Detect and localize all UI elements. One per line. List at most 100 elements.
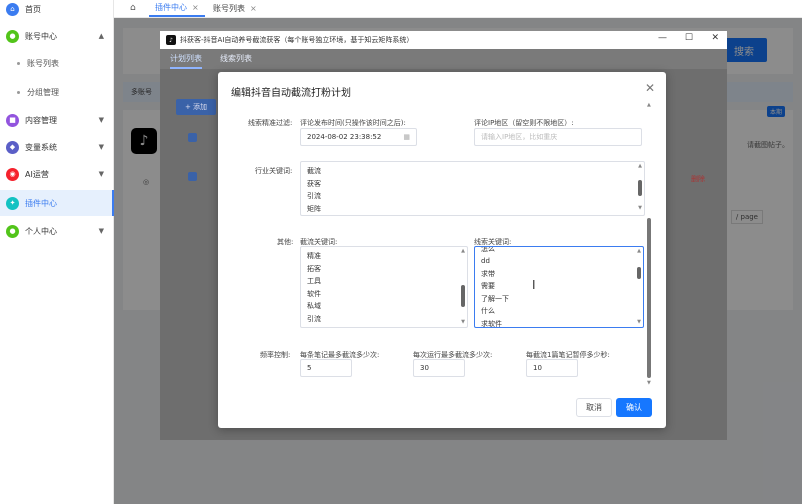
keyword-line: 软件 [307, 289, 321, 298]
tab-bar: ⌂ 插件中心 × 账号列表 × [114, 0, 802, 18]
chevron-down-icon: ▼ [98, 227, 104, 235]
industry-keywords-label: 行业关键词: [255, 167, 293, 175]
scrollbar-thumb[interactable] [637, 267, 641, 279]
chevron-down-icon: ▼ [98, 170, 104, 178]
frequency-label: 频率控制: [260, 351, 291, 359]
content-icon: ■ [6, 113, 19, 127]
add-plan-button[interactable]: + 添加 [176, 99, 216, 115]
chevron-up-icon: ▲ [98, 32, 104, 40]
chevron-down-icon: ▼ [98, 116, 104, 124]
precise-filter-label: 线索精准过滤: [248, 119, 293, 127]
chevron-down-icon: ▼ [98, 143, 104, 151]
keyword-line: 引流 [307, 192, 321, 200]
scroll-up-icon[interactable]: ▲ [461, 248, 465, 254]
sidebar-item-personal-center[interactable]: ● 个人中心 ▼ [0, 218, 114, 244]
freq-per-note-input[interactable]: 5 [300, 359, 352, 377]
sidebar-item-variable-system[interactable]: ◆ 变量系统 ▼ [0, 134, 114, 160]
scrollbar-thumb[interactable] [461, 285, 465, 307]
close-icon[interactable]: ✕ [711, 33, 719, 43]
window-titlebar: ♪ 抖获客-抖音AI自动养号截流获客（每个账号独立环境，基于知云矩阵系统） — … [160, 31, 727, 49]
confirm-button[interactable]: 确认 [616, 398, 652, 417]
home-icon[interactable]: ⌂ [130, 3, 136, 13]
minimize-icon[interactable]: — [658, 33, 667, 43]
scroll-up-icon[interactable]: ▲ [638, 163, 642, 169]
comment-time-label: 评论发布时间(只操作该时间之后): [300, 119, 406, 127]
row-checkbox[interactable] [188, 133, 197, 142]
edit-plan-dialog: 编辑抖音自动截流打粉计划 ✕ 线索精准过滤: 评论发布时间(只操作该时间之后):… [218, 72, 666, 428]
sidebar-item-content-manage[interactable]: ■ 内容管理 ▼ [0, 107, 114, 133]
keyword-line: 截流 [307, 167, 321, 175]
close-icon[interactable]: × [192, 3, 199, 12]
scroll-down-icon[interactable]: ▼ [637, 319, 641, 325]
home-icon: ⌂ [6, 2, 19, 16]
keyword-line: 精准 [307, 252, 321, 260]
scroll-down-icon[interactable]: ▼ [647, 380, 664, 386]
keyword-line: 需要 [481, 282, 495, 290]
calendar-icon: ▦ [403, 133, 410, 141]
delete-link[interactable]: 删除 [691, 174, 705, 184]
sidebar-item-label: 账号中心 [25, 31, 57, 41]
freq-per-note-value: 5 [307, 364, 312, 372]
ip-region-input[interactable]: 请输入IP地区，比如重庆 [474, 128, 642, 146]
sidebar-item-account-list[interactable]: 账号列表 [0, 51, 114, 75]
tab-label: 账号列表 [213, 4, 245, 13]
keyword-line: 怎么 [481, 247, 495, 253]
sidebar-item-group-manage[interactable]: 分组管理 [0, 80, 114, 104]
tab-plugin-center[interactable]: 插件中心 × [149, 0, 205, 17]
keyword-line: 什么 [481, 307, 495, 315]
keyword-line: 求软件 [481, 319, 502, 328]
keyword-line: 工具 [307, 277, 321, 285]
intercept-keywords-textarea[interactable]: 精准 拓客 工具 软件 私域 引流 ▲ ▼ [300, 246, 468, 328]
sidebar: ⌂ 首页 ● 账号中心 ▲ 账号列表 分组管理 ■ 内容管理 ▼ ◆ 变量系统 … [0, 0, 114, 504]
ip-region-placeholder: 请输入IP地区，比如重庆 [481, 133, 558, 141]
person-icon: ● [6, 224, 19, 238]
user-icon: ● [6, 29, 19, 43]
sidebar-item-label: AI运营 [25, 169, 49, 179]
scrollbar-thumb[interactable] [638, 180, 642, 196]
sidebar-item-label: 变量系统 [25, 142, 57, 152]
plugin-icon: ✦ [6, 196, 19, 210]
window-title: 抖获客-抖音AI自动养号截流获客（每个账号独立环境，基于知云矩阵系统） [180, 36, 414, 44]
leads-keywords-textarea[interactable]: 怎么 dd 求带 需要 了解一下 什么 求软件 ▲ ▼ [474, 246, 644, 328]
industry-keywords-textarea[interactable]: 截流 获客 引流 矩阵 ▲ ▼ [300, 161, 645, 216]
text-cursor-icon: Ⅰ [532, 278, 536, 292]
scroll-down-icon[interactable]: ▼ [638, 205, 642, 211]
scroll-up-icon[interactable]: ▲ [647, 102, 664, 108]
keyword-line: 获客 [307, 179, 321, 188]
sidebar-item-account-center[interactable]: ● 账号中心 ▲ [0, 23, 114, 49]
pause-seconds-input[interactable]: 10 [526, 359, 578, 377]
sidebar-item-home[interactable]: ⌂ 首页 [0, 0, 114, 22]
close-icon[interactable]: ✕ [645, 81, 655, 95]
keyword-line: dd [481, 257, 490, 265]
sidebar-item-label: 内容管理 [25, 115, 57, 125]
comment-time-input[interactable]: 2024-08-02 23:38:52 ▦ [300, 128, 417, 146]
tab-plan-list[interactable]: 计划列表 [170, 53, 202, 69]
app-logo-icon: ♪ [166, 35, 176, 45]
dialog-scrollbar-thumb[interactable] [647, 218, 651, 378]
sidebar-item-label: 账号列表 [27, 58, 59, 68]
dialog-title: 编辑抖音自动截流打粉计划 [231, 88, 351, 99]
maximize-icon[interactable]: ☐ [685, 33, 693, 43]
keyword-line: 了解一下 [481, 294, 509, 303]
tab-label: 插件中心 [155, 3, 187, 12]
keyword-line: 求带 [481, 269, 495, 278]
close-icon[interactable]: × [250, 4, 257, 13]
ip-region-label: 评论IP地区（留空则不限地区）: [474, 119, 574, 127]
sidebar-item-label: 插件中心 [25, 198, 57, 208]
keyword-line: 拓客 [307, 264, 321, 273]
sidebar-item-ai-ops[interactable]: ◉ AI运营 ▼ [0, 161, 114, 187]
bullet-icon [17, 90, 20, 94]
cancel-button[interactable]: 取消 [576, 398, 612, 417]
tab-leads-list[interactable]: 线索列表 [220, 53, 252, 64]
scroll-down-icon[interactable]: ▼ [461, 319, 465, 325]
freq-per-run-input[interactable]: 30 [413, 359, 465, 377]
scroll-up-icon[interactable]: ▲ [637, 248, 641, 254]
row-checkbox[interactable] [188, 172, 197, 181]
sidebar-item-plugin-center[interactable]: ✦ 插件中心 [0, 190, 114, 216]
sidebar-item-label: 个人中心 [25, 226, 57, 236]
tab-account-list[interactable]: 账号列表 × [207, 0, 263, 17]
freq-per-run-value: 30 [420, 364, 429, 372]
keyword-line: 矩阵 [307, 204, 321, 213]
keyword-line: 私域 [307, 302, 321, 310]
pause-seconds-value: 10 [533, 364, 542, 372]
